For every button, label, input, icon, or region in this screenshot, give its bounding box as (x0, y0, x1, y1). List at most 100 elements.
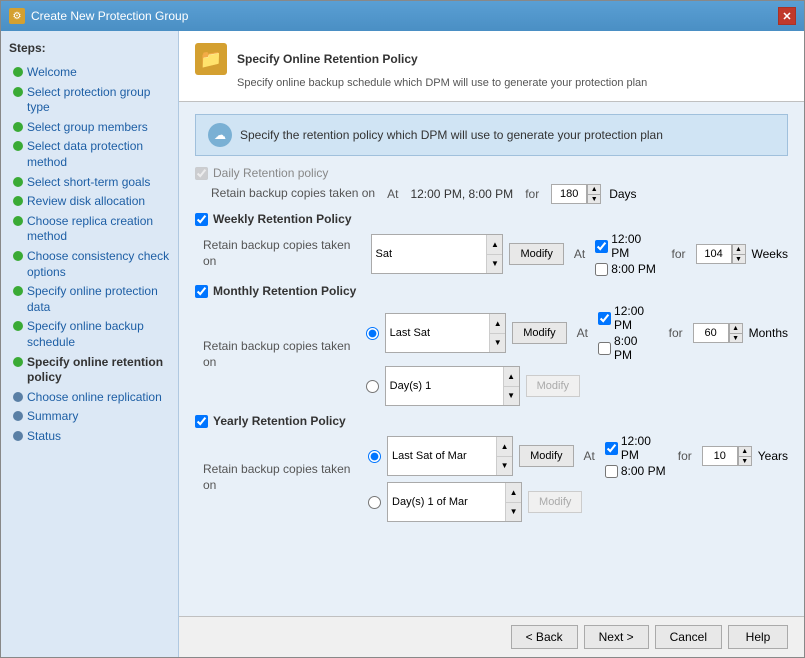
monthly-time2: 8:00 PM (614, 334, 659, 362)
monthly-at-label: At (577, 326, 588, 340)
sidebar-item-data-protection[interactable]: Select data protection method (9, 137, 170, 172)
daily-times: 12:00 PM, 8:00 PM (410, 187, 513, 201)
yearly-time2-row: 8:00 PM (605, 464, 668, 478)
sidebar-item-consistency[interactable]: Choose consistency check options (9, 247, 170, 282)
weekly-time1-checkbox[interactable] (595, 240, 608, 253)
yearly-modify2-button-disabled: Modify (528, 491, 582, 513)
header-icon: 📁 (195, 43, 227, 75)
monthly-checkbox[interactable] (195, 285, 208, 298)
yearly-modify-button[interactable]: Modify (519, 445, 573, 467)
monthly-select2[interactable]: Day(s) 1 ▲ ▼ (385, 366, 520, 406)
monthly-modify-button[interactable]: Modify (512, 322, 566, 344)
yearly-select1-up[interactable]: ▲ (497, 437, 512, 457)
weekly-spinner-buttons: ▲ ▼ (732, 244, 746, 264)
yearly-select2-arrows: ▲ ▼ (505, 483, 521, 521)
monthly-radio1[interactable] (366, 327, 379, 340)
yearly-radio1[interactable] (368, 450, 381, 463)
sidebar-item-replica[interactable]: Choose replica creation method (9, 212, 170, 247)
monthly-time1-row: 12:00 PM (598, 304, 659, 332)
daily-section: Daily Retention policy Retain backup cop… (195, 166, 788, 204)
weekly-time1: 12:00 PM (611, 232, 661, 260)
weekly-select-down[interactable]: ▼ (487, 255, 502, 274)
step-indicator (13, 357, 23, 367)
monthly-months-input[interactable] (693, 323, 729, 343)
weekly-modify-button[interactable]: Modify (509, 243, 563, 265)
content-area: Steps: Welcome Select protection group t… (1, 31, 804, 657)
next-button[interactable]: Next > (584, 625, 649, 649)
sidebar-item-protection-type[interactable]: Select protection group type (9, 83, 170, 118)
step-indicator (13, 87, 23, 97)
weekly-select-up[interactable]: ▲ (487, 235, 502, 255)
sidebar-label: Specify online protection data (27, 284, 170, 315)
sidebar-label: Select protection group type (27, 85, 170, 116)
monthly-section: Monthly Retention Policy Retain backup c… (195, 284, 788, 406)
monthly-unit: Months (749, 326, 788, 340)
sidebar-label: Summary (27, 409, 78, 425)
sidebar-item-welcome[interactable]: Welcome (9, 63, 170, 83)
daily-at-label: At (387, 187, 398, 201)
monthly-select2-up[interactable]: ▲ (504, 367, 519, 387)
weekly-day-select[interactable]: Sat ▲ ▼ (371, 234, 504, 274)
sidebar-item-online-schedule[interactable]: Specify online backup schedule (9, 317, 170, 352)
monthly-select1[interactable]: Last Sat ▲ ▼ (385, 313, 507, 353)
yearly-years-input[interactable] (702, 446, 738, 466)
yearly-years-down[interactable]: ▼ (738, 456, 752, 466)
yearly-unit: Years (758, 449, 788, 463)
title-bar-left: ⚙ Create New Protection Group (9, 8, 188, 24)
monthly-radio2[interactable] (366, 380, 379, 393)
policy-description-text: Specify the retention policy which DPM w… (240, 128, 663, 142)
monthly-select2-down[interactable]: ▼ (504, 387, 519, 406)
weekly-day-value: Sat (372, 235, 487, 273)
sidebar-item-disk-allocation[interactable]: Review disk allocation (9, 192, 170, 212)
weekly-checkbox[interactable] (195, 213, 208, 226)
daily-checkbox[interactable] (195, 167, 208, 180)
back-button[interactable]: < Back (511, 625, 578, 649)
yearly-select1[interactable]: Last Sat of Mar ▲ ▼ (387, 436, 513, 476)
yearly-select2-up[interactable]: ▲ (506, 483, 521, 503)
close-button[interactable]: ✕ (778, 7, 796, 25)
sidebar-item-online-data[interactable]: Specify online protection data (9, 282, 170, 317)
help-button[interactable]: Help (728, 625, 788, 649)
daily-days-input[interactable] (551, 184, 587, 204)
daily-for-label: for (525, 187, 539, 201)
weekly-time2-checkbox[interactable] (595, 263, 608, 276)
sidebar-label: Status (27, 429, 61, 445)
yearly-time1-checkbox[interactable] (605, 442, 618, 455)
sidebar-item-short-term[interactable]: Select short-term goals (9, 173, 170, 193)
daily-days-down[interactable]: ▼ (587, 194, 601, 204)
yearly-checkbox[interactable] (195, 415, 208, 428)
policy-description-banner: ☁ Specify the retention policy which DPM… (195, 114, 788, 156)
yearly-time2-checkbox[interactable] (605, 465, 618, 478)
yearly-radio2[interactable] (368, 496, 381, 509)
yearly-select2[interactable]: Day(s) 1 of Mar ▲ ▼ (387, 482, 522, 522)
weekly-retain-label: Retain backup copies taken on (203, 238, 365, 269)
monthly-months-up[interactable]: ▲ (729, 323, 743, 333)
step-indicator (13, 321, 23, 331)
cancel-button[interactable]: Cancel (655, 625, 722, 649)
sidebar-label: Choose consistency check options (27, 249, 170, 280)
sidebar-item-group-members[interactable]: Select group members (9, 118, 170, 138)
monthly-time1-checkbox[interactable] (598, 312, 611, 325)
sidebar-label: Select group members (27, 120, 148, 136)
sidebar-item-status[interactable]: Status (9, 427, 170, 447)
daily-days-up[interactable]: ▲ (587, 184, 601, 194)
sidebar-item-online-replication[interactable]: Choose online replication (9, 388, 170, 408)
sidebar-item-summary[interactable]: Summary (9, 407, 170, 427)
weekly-weeks-input[interactable] (696, 244, 732, 264)
yearly-years-up[interactable]: ▲ (738, 446, 752, 456)
yearly-time1-row: 12:00 PM (605, 434, 668, 462)
monthly-select1-down[interactable]: ▼ (490, 334, 505, 353)
monthly-row1: Retain backup copies taken on Last Sat ▲… (203, 304, 788, 406)
yearly-select1-down[interactable]: ▼ (497, 457, 512, 476)
weekly-weeks-down[interactable]: ▼ (732, 254, 746, 264)
weekly-select-arrows: ▲ ▼ (486, 235, 502, 273)
monthly-select1-up[interactable]: ▲ (490, 314, 505, 334)
sidebar-label: Choose online replication (27, 390, 162, 406)
yearly-time1: 12:00 PM (621, 434, 668, 462)
main-content: 📁 Specify Online Retention Policy Specif… (179, 31, 804, 657)
sidebar-item-online-retention: Specify online retention policy (9, 353, 170, 388)
monthly-time2-checkbox[interactable] (598, 342, 611, 355)
monthly-months-down[interactable]: ▼ (729, 333, 743, 343)
yearly-select2-down[interactable]: ▼ (506, 503, 521, 522)
weekly-weeks-up[interactable]: ▲ (732, 244, 746, 254)
